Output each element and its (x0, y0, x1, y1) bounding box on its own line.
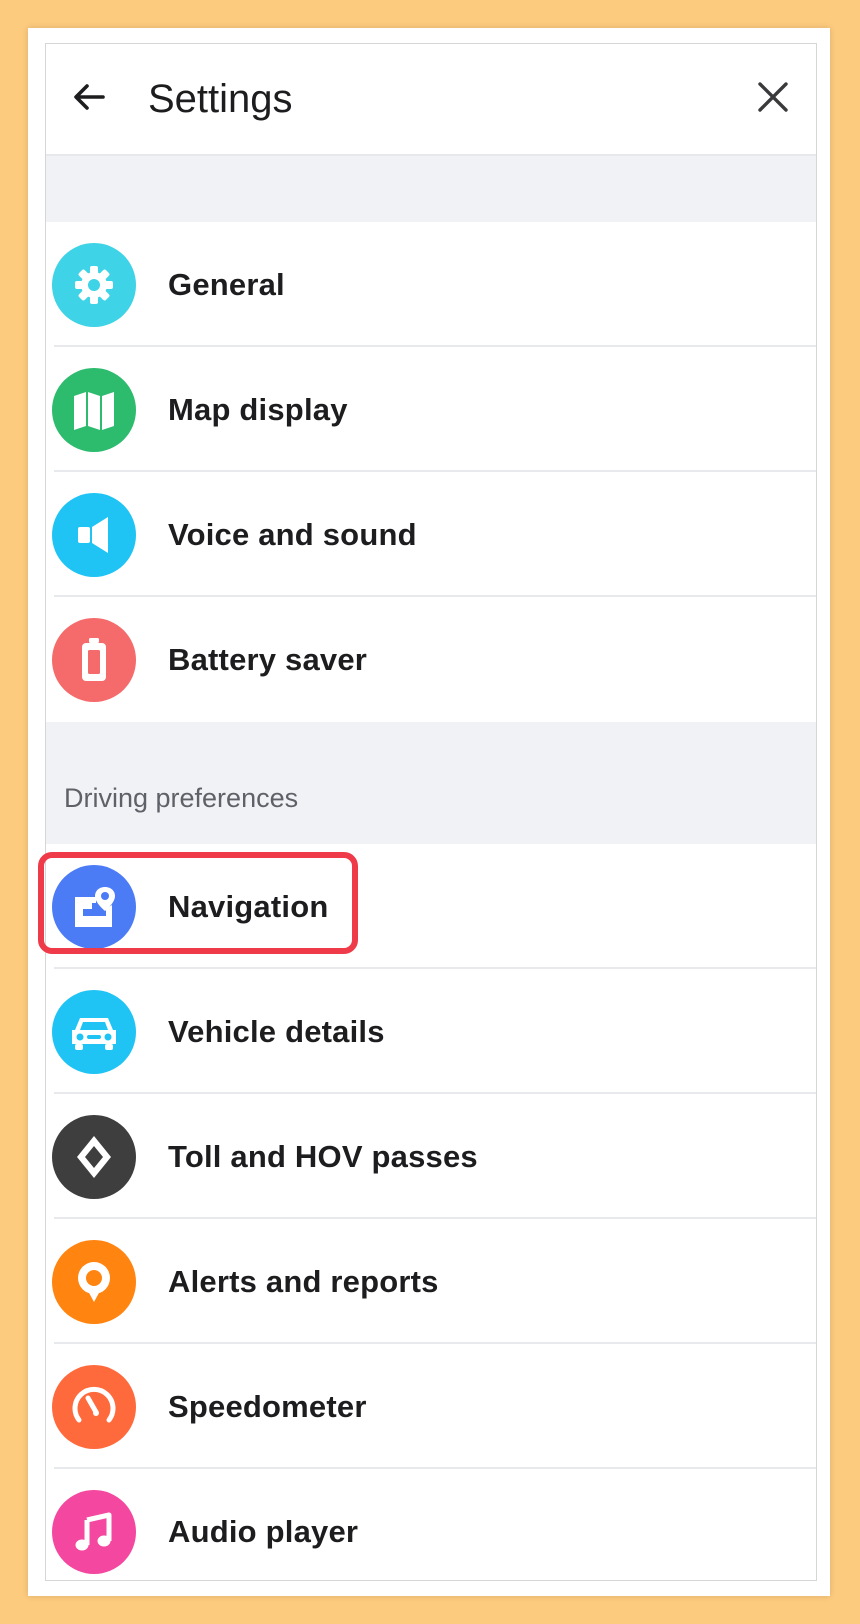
settings-item-battery-saver[interactable]: Battery saver (46, 597, 816, 722)
settings-item-label: General (168, 267, 285, 302)
settings-item-vehicle-details[interactable]: Vehicle details (46, 969, 816, 1094)
settings-item-label: Navigation (168, 889, 329, 924)
alert-pin-icon (52, 1240, 136, 1324)
settings-item-general[interactable]: General (46, 222, 816, 347)
settings-group-driving: Navigation Vehicle details Toll and HOV … (46, 844, 816, 1580)
close-icon (758, 82, 788, 112)
map-icon (52, 368, 136, 452)
music-note-icon (52, 1490, 136, 1574)
page-title: Settings (148, 77, 293, 121)
section-label: Driving preferences (64, 783, 299, 813)
settings-item-label: Audio player (168, 1514, 359, 1549)
diamond-icon (52, 1115, 136, 1199)
settings-item-voice-and-sound[interactable]: Voice and sound (46, 472, 816, 597)
settings-item-label: Toll and HOV passes (168, 1139, 478, 1174)
settings-item-audio-player[interactable]: Audio player (46, 1469, 816, 1580)
settings-screen: Settings General Map display Voice and s… (45, 43, 817, 1581)
navigation-pin-icon (52, 865, 136, 949)
arrow-left-icon (74, 84, 105, 110)
speedometer-icon (52, 1365, 136, 1449)
settings-item-label: Vehicle details (168, 1014, 385, 1049)
settings-item-label: Map display (168, 392, 348, 427)
close-button[interactable] (748, 72, 798, 122)
top-spacer (46, 156, 816, 222)
settings-item-toll-and-hov[interactable]: Toll and HOV passes (46, 1094, 816, 1219)
car-icon (52, 990, 136, 1074)
settings-item-map-display[interactable]: Map display (46, 347, 816, 472)
settings-item-speedometer[interactable]: Speedometer (46, 1344, 816, 1469)
settings-item-label: Speedometer (168, 1389, 367, 1424)
app-header: Settings (46, 44, 816, 156)
section-header-driving: Driving preferences (46, 722, 816, 844)
speaker-icon (52, 493, 136, 577)
gear-icon (52, 243, 136, 327)
back-button[interactable] (64, 72, 114, 122)
settings-item-label: Alerts and reports (168, 1264, 439, 1299)
settings-item-label: Voice and sound (168, 517, 417, 552)
battery-icon (52, 618, 136, 702)
settings-group-general: General Map display Voice and sound Batt… (46, 222, 816, 722)
settings-item-label: Battery saver (168, 642, 368, 677)
settings-item-navigation[interactable]: Navigation (46, 844, 816, 969)
settings-item-alerts-and-reports[interactable]: Alerts and reports (46, 1219, 816, 1344)
